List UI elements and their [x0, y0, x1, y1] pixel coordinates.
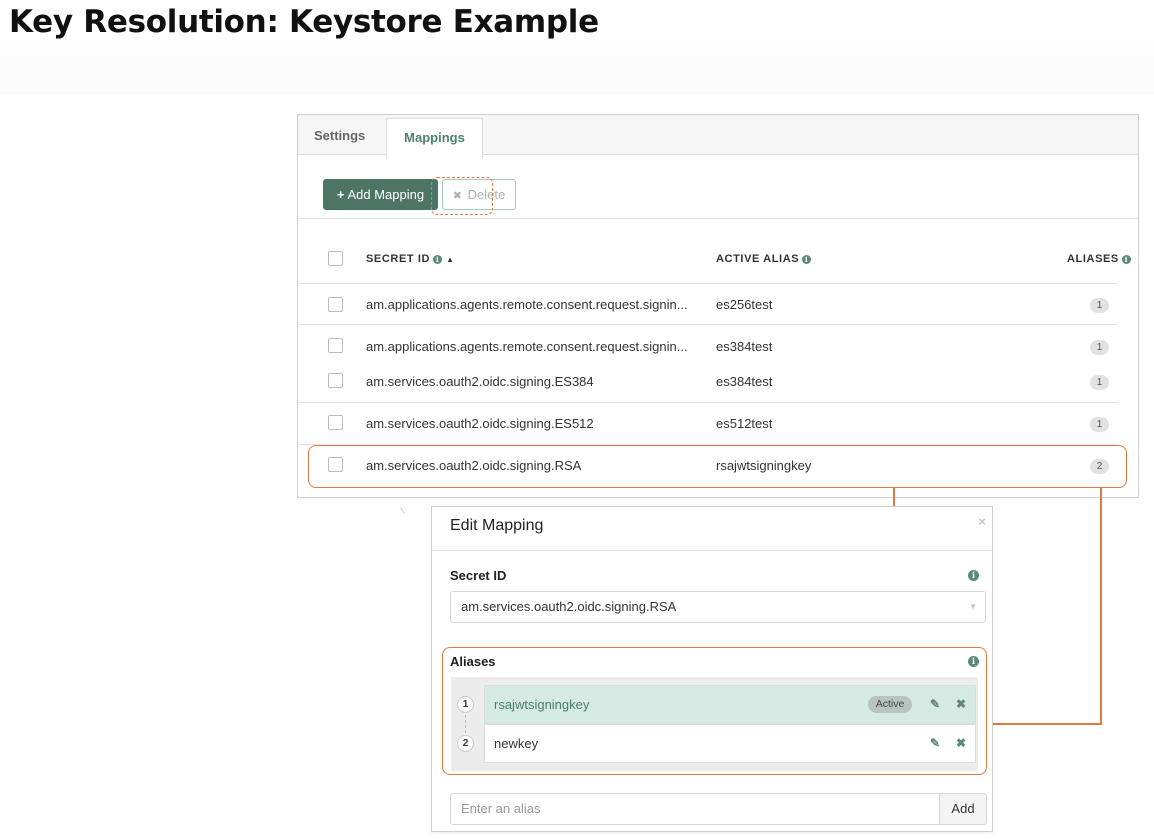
slide-title: Key Resolution: Keystore Example — [9, 4, 599, 40]
highlight-rsa-row — [308, 445, 1127, 488]
row-checkbox[interactable] — [328, 415, 343, 430]
row-checkbox[interactable] — [328, 338, 343, 353]
delete-icon[interactable]: ✖ — [956, 686, 966, 723]
aliases-count-badge: 1 — [1090, 298, 1109, 313]
decorative-mark — [400, 507, 405, 514]
secret-id-cell[interactable]: am.services.oauth2.oidc.signing.ES384 — [366, 374, 594, 389]
alias-name: rsajwtsigningkey — [494, 697, 590, 712]
pencil-icon[interactable]: ✎ — [930, 725, 940, 762]
info-icon: i — [1121, 255, 1131, 264]
aliases-label: Aliases — [450, 654, 496, 669]
info-icon: i — [968, 656, 979, 667]
secret-id-select[interactable]: am.services.oauth2.oidc.signing.RSA ▼ — [450, 591, 986, 623]
aliases-count-badge: 1 — [1090, 417, 1109, 432]
plus-icon: + — [336, 187, 345, 202]
divider — [298, 218, 1138, 219]
tab-bar: Settings Mappings — [298, 115, 1138, 159]
active-alias-cell: es384test — [716, 374, 773, 389]
close-icon[interactable]: × — [978, 514, 986, 529]
divider — [298, 283, 1118, 284]
connector-line — [1100, 488, 1102, 724]
divider — [432, 550, 992, 551]
alias-order-badge[interactable]: 2 — [457, 735, 474, 752]
pencil-icon[interactable]: ✎ — [930, 686, 940, 723]
row-checkbox[interactable] — [328, 373, 343, 388]
header-active-alias-label: ACTIVE ALIAS — [716, 253, 800, 265]
active-badge: Active — [868, 696, 912, 713]
aliases-count-badge: 1 — [1090, 340, 1109, 355]
add-mapping-label: Add Mapping — [347, 187, 425, 202]
alias-name: newkey — [494, 736, 539, 751]
active-alias-cell: es256test — [716, 297, 773, 312]
delete-icon[interactable]: ✖ — [956, 725, 966, 762]
secret-id-cell[interactable]: am.applications.agents.remote.consent.re… — [366, 339, 688, 354]
alias-item[interactable]: newkey ✎ ✖ — [484, 724, 976, 763]
chevron-down-icon: ▼ — [969, 602, 977, 611]
alias-item-active[interactable]: rsajwtsigningkey Active ✎ ✖ — [484, 685, 976, 724]
secret-id-label: Secret ID — [450, 568, 507, 583]
header-aliases: ALIASES i — [1067, 253, 1131, 265]
active-alias-cell: es384test — [716, 339, 773, 354]
mappings-panel: Settings Mappings + Add Mapping ✖ Delete … — [297, 114, 1139, 498]
secret-id-cell[interactable]: am.services.oauth2.oidc.signing.ES512 — [366, 416, 594, 431]
divider — [298, 324, 1118, 325]
connector-line — [986, 723, 1102, 725]
alias-order-badge[interactable]: 1 — [457, 696, 474, 713]
edit-mapping-modal: Edit Mapping × Secret ID i am.services.o… — [431, 506, 993, 832]
row-checkbox[interactable] — [328, 297, 343, 312]
secret-id-value: am.services.oauth2.oidc.signing.RSA — [461, 599, 677, 614]
add-alias-button[interactable]: Add — [939, 793, 987, 825]
active-highlight — [431, 177, 493, 215]
alias-input[interactable]: Enter an alias — [450, 793, 940, 825]
modal-title: Edit Mapping — [450, 517, 544, 534]
header-secret-id-label: SECRET ID — [366, 253, 431, 265]
info-icon: i — [968, 570, 979, 581]
header-active-alias: ACTIVE ALIAS i — [716, 253, 812, 265]
add-mapping-button[interactable]: + Add Mapping — [323, 179, 438, 210]
secret-id-cell[interactable]: am.applications.agents.remote.consent.re… — [366, 297, 688, 312]
active-alias-cell: es512test — [716, 416, 773, 431]
tab-settings[interactable]: Settings — [314, 115, 365, 155]
order-connector — [465, 715, 466, 733]
info-icon: i — [433, 255, 443, 264]
aliases-count-badge: 1 — [1090, 375, 1109, 390]
header-aliases-label: ALIASES — [1067, 253, 1119, 265]
sort-asc-icon: ▲ — [446, 255, 455, 264]
header-secret-id[interactable]: SECRET ID i ▲ — [366, 253, 455, 265]
tab-mappings[interactable]: Mappings — [386, 118, 483, 159]
divider — [298, 402, 1118, 403]
info-icon: i — [802, 255, 812, 264]
select-all-checkbox[interactable] — [328, 251, 343, 266]
